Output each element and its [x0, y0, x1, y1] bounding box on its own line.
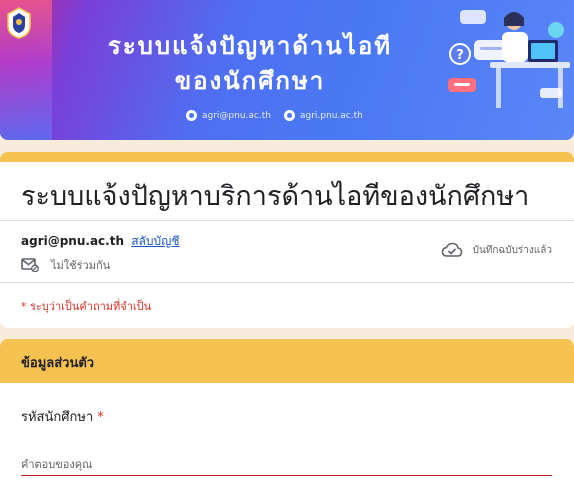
banner-website-text: agri.pnu.ac.th: [300, 110, 363, 121]
university-seal-icon: [7, 7, 31, 39]
required-asterisk: *: [97, 410, 104, 425]
section-title: ข้อมูลส่วนตัว: [21, 356, 95, 371]
globe-icon: [284, 110, 295, 121]
mail-not-shared-icon: [21, 258, 39, 272]
divider: [0, 282, 574, 283]
divider: [0, 220, 574, 221]
section-header: ข้อมูลส่วนตัว: [0, 339, 574, 383]
not-shared-text: ไม่ใช้ร่วมกัน: [51, 259, 111, 272]
required-note: * ระบุว่าเป็นคำถามที่จำเป็น: [21, 300, 152, 313]
switch-account-link[interactable]: สลับบัญชี: [131, 234, 179, 248]
email-icon: [186, 110, 197, 121]
not-shared-row: ไม่ใช้ร่วมกัน: [21, 256, 110, 274]
banner-email: agri@pnu.ac.th: [186, 110, 271, 121]
draft-saved-status: บันทึกฉบับร่างแล้ว: [441, 242, 552, 258]
card-accent-bar: [0, 152, 574, 162]
svg-text:?: ?: [456, 48, 464, 63]
banner-title-line1: ระบบแจ้งปัญหาด้านไอที: [107, 32, 393, 60]
draft-saved-text: บันทึกฉบับร่างแล้ว: [472, 244, 552, 256]
page-title: ระบบแจ้งปัญหาบริการด้านไอทีของนักศึกษา: [21, 181, 530, 212]
helpdesk-illustration: ?: [448, 10, 570, 108]
account-row: agri@pnu.ac.th สลับบัญชี: [21, 232, 179, 251]
account-email: agri@pnu.ac.th: [21, 234, 125, 248]
student-id-input[interactable]: [21, 454, 552, 476]
question-label: รหัสนักศึกษา *: [21, 406, 104, 427]
question-card: รหัสนักศึกษา *: [0, 383, 574, 480]
banner-website: agri.pnu.ac.th: [284, 110, 363, 121]
cloud-saved-icon: [441, 242, 462, 257]
header-banner: ระบบแจ้งปัญหาด้านไอที ของนักศึกษา agri@p…: [0, 0, 574, 140]
banner-title-line2: ของนักศึกษา: [174, 67, 326, 95]
banner-email-text: agri@pnu.ac.th: [202, 110, 271, 121]
question-label-text: รหัสนักศึกษา: [21, 410, 94, 425]
form-header-card: ระบบแจ้งปัญหาบริการด้านไอทีของนักศึกษา a…: [0, 152, 574, 328]
